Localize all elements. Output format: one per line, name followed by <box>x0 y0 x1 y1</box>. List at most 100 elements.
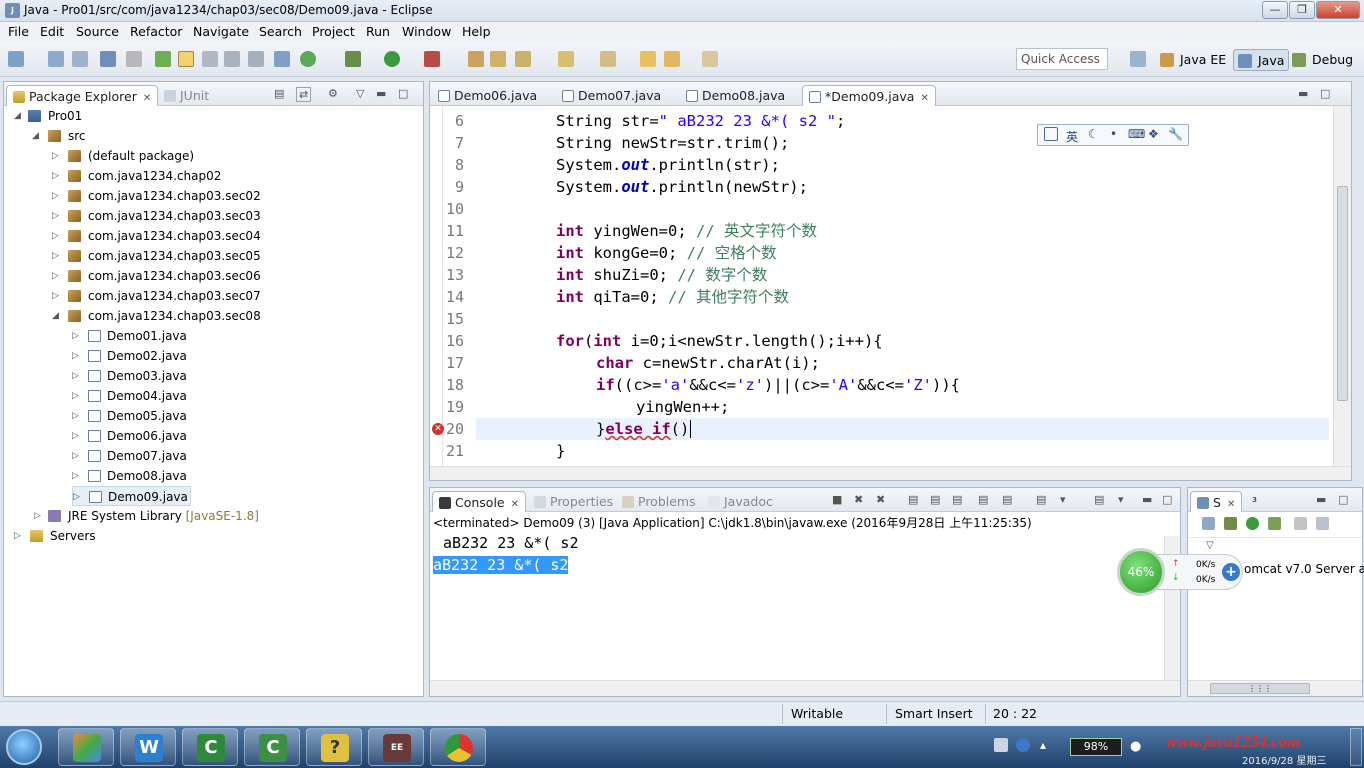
view-menu-icon[interactable]: ⚙ <box>328 87 338 100</box>
scroll-lock-icon[interactable]: ▤ <box>930 493 940 506</box>
taskbar-app[interactable] <box>58 728 114 766</box>
collapsed-icon[interactable]: ▷ <box>52 146 62 166</box>
collapsed-icon[interactable]: ▷ <box>72 366 82 386</box>
save-all-icon[interactable] <box>72 51 88 67</box>
taskbar-app[interactable]: C <box>244 728 300 766</box>
tree-package[interactable]: ▷ com.java1234.chap03.sec03 <box>52 206 261 226</box>
battery-indicator[interactable]: 98% <box>1070 738 1122 756</box>
pin-console-icon[interactable]: ▤ <box>978 493 988 506</box>
terminate-icon[interactable]: ■ <box>832 493 842 506</box>
start-button[interactable] <box>6 729 42 765</box>
debug-server-icon[interactable] <box>1224 517 1237 530</box>
tab-servers[interactable]: S ✕ <box>1190 491 1243 512</box>
collapsed-icon[interactable]: ▷ <box>34 506 44 526</box>
console-horizontal-scrollbar[interactable] <box>430 680 1180 696</box>
menu-file[interactable]: File <box>8 24 29 39</box>
tree-src[interactable]: ◢ src <box>32 126 86 146</box>
collapsed-icon[interactable]: ▷ <box>72 406 82 426</box>
tab-package-explorer[interactable]: Package Explorer ✕ <box>6 85 159 106</box>
perspective-java[interactable]: Java <box>1233 49 1290 71</box>
servers-horizontal-scrollbar[interactable]: ⋮⋮⋮ <box>1188 680 1362 696</box>
console-output-line[interactable]: aB232 23 &*( s2 <box>434 534 588 552</box>
taskbar-app[interactable]: W <box>120 728 176 766</box>
collapse-icon[interactable] <box>1202 517 1215 530</box>
punctuation-icon[interactable]: • <box>1110 127 1117 141</box>
last-edit-icon[interactable] <box>640 51 656 67</box>
tree-project[interactable]: ◢ Pro01 <box>14 106 82 126</box>
chevron-up-icon[interactable]: ▴ <box>1040 738 1046 752</box>
close-icon[interactable]: ✕ <box>143 93 151 104</box>
perspective-java-ee[interactable]: Java EE <box>1156 49 1230 71</box>
collapse-all-icon[interactable]: ▤ <box>274 87 284 100</box>
collapsed-icon[interactable]: ▷ <box>72 466 82 486</box>
close-button[interactable]: ✕ <box>1316 1 1360 19</box>
minimize-view-icon[interactable]: ▬ <box>1298 87 1308 100</box>
expanded-icon[interactable]: ◢ <box>14 106 24 126</box>
tab-demo09[interactable]: *Demo09.java ✕ <box>802 85 936 106</box>
mark-occurrences-icon[interactable] <box>178 51 194 67</box>
collapsed-icon[interactable]: ▷ <box>52 166 62 186</box>
back-icon[interactable] <box>664 51 680 67</box>
power-icon[interactable]: ● <box>1130 739 1141 754</box>
wrench-icon[interactable]: 🔧 <box>1168 127 1183 141</box>
collapsed-icon[interactable]: ▷ <box>14 526 24 546</box>
tree-package[interactable]: ▷ com.java1234.chap03.sec05 <box>52 246 261 266</box>
network-speed-widget[interactable]: ↑ 0K/s ↓ 0K/s + 46% <box>1117 548 1245 596</box>
maximize-button[interactable]: ❐ <box>1289 1 1315 19</box>
tab-javadoc[interactable]: Javadoc <box>702 491 779 512</box>
collapsed-icon[interactable]: ▷ <box>73 487 83 507</box>
menu-edit[interactable]: Edit <box>40 24 64 39</box>
menu-navigate[interactable]: Navigate <box>193 24 249 39</box>
refresh-icon[interactable] <box>300 51 316 67</box>
taskbar-app[interactable] <box>430 728 486 766</box>
pilcrow-icon[interactable] <box>248 51 264 67</box>
toggle-block-icon[interactable] <box>202 51 218 67</box>
word-wrap-icon[interactable]: ▤ <box>952 493 962 506</box>
tab-problems[interactable]: Problems <box>616 491 702 512</box>
publish-icon[interactable] <box>1316 517 1329 530</box>
tree-file[interactable]: ▷ Demo03.java <box>72 366 187 386</box>
chevron-down-icon[interactable]: ▾ <box>1060 493 1066 506</box>
tree-file[interactable]: ▷ Demo01.java <box>72 326 187 346</box>
tab-console[interactable]: Console ✕ <box>432 491 527 512</box>
print-icon[interactable] <box>100 51 116 67</box>
moon-icon[interactable]: ☾ <box>1088 127 1099 141</box>
tab-more-views[interactable]: ³ <box>1246 491 1263 512</box>
open-perspective-icon[interactable] <box>1130 51 1146 67</box>
tab-junit[interactable]: JUnit <box>158 85 215 106</box>
editor-horizontal-scrollbar[interactable] <box>430 466 1351 480</box>
chevron-down-icon[interactable]: ▽ <box>356 87 364 100</box>
menu-refactor[interactable]: Refactor <box>130 24 182 39</box>
tree-file[interactable]: ▷ Demo05.java <box>72 406 187 426</box>
collapsed-icon[interactable]: ▷ <box>52 206 62 226</box>
start-server-icon[interactable] <box>1246 517 1259 530</box>
tree-servers[interactable]: ▷ Servers <box>14 526 96 546</box>
tree-package[interactable]: ◢ com.java1234.chap03.sec08 <box>52 306 261 326</box>
prev-annotation-icon[interactable] <box>600 51 616 67</box>
keyboard-icon[interactable]: ⌨ <box>1128 127 1145 141</box>
tree-file[interactable]: ▷ Demo07.java <box>72 446 187 466</box>
collapsed-icon[interactable]: ▷ <box>72 386 82 406</box>
profile-server-icon[interactable] <box>1268 517 1281 530</box>
tree-file[interactable]: ▷ Demo04.java <box>72 386 187 406</box>
tab-properties[interactable]: Properties <box>528 491 619 512</box>
collapsed-icon[interactable]: ▷ <box>52 246 62 266</box>
open-type-icon[interactable] <box>155 51 171 67</box>
web-icon[interactable] <box>274 51 290 67</box>
close-icon[interactable]: ✕ <box>511 499 519 510</box>
maximize-view-icon[interactable]: □ <box>1320 87 1330 100</box>
collapsed-icon[interactable]: ▷ <box>52 186 62 206</box>
menu-project[interactable]: Project <box>312 24 355 39</box>
console-output-line-selected[interactable]: aB232 23 &*( s2 <box>433 556 569 574</box>
collapsed-icon[interactable]: ▷ <box>72 346 82 366</box>
minimize-view-icon[interactable]: ▬ <box>376 87 386 100</box>
scroll-thumb[interactable] <box>1337 186 1348 401</box>
help-tray-icon[interactable] <box>1016 738 1030 752</box>
new-icon[interactable] <box>8 51 24 67</box>
tree-package[interactable]: ▷ com.java1234.chap02 <box>52 166 221 186</box>
collapsed-icon[interactable]: ▷ <box>72 326 82 346</box>
tray-icon[interactable] <box>994 738 1008 752</box>
menu-source[interactable]: Source <box>76 24 119 39</box>
link-editor-icon[interactable]: ⇄ <box>296 87 312 102</box>
forward-icon[interactable] <box>702 51 718 67</box>
